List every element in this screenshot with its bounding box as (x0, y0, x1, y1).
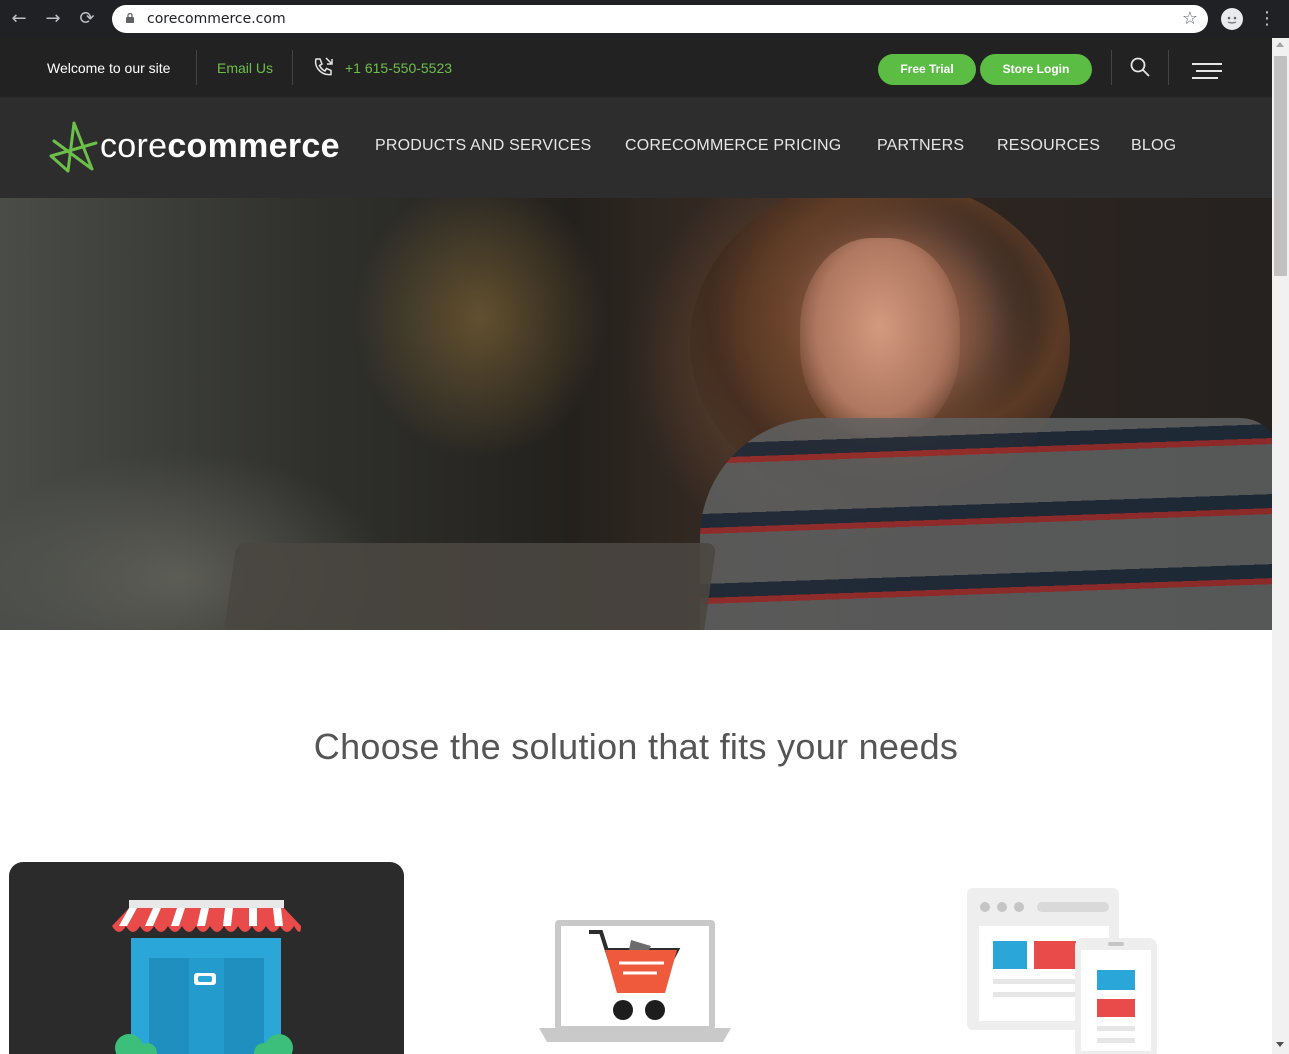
logo-text-bold: commerce (167, 127, 340, 165)
divider (292, 50, 293, 85)
phone-icon (314, 57, 333, 76)
solutions-heading: Choose the solution that fits your needs (313, 726, 959, 767)
scroll-up-arrow-icon[interactable] (1276, 42, 1284, 47)
corecommerce-logo-icon[interactable] (48, 121, 100, 175)
profile-icon[interactable] (1221, 8, 1243, 30)
main-navigation: corecommerce PRODUCTS AND SERVICES COREC… (0, 97, 1272, 198)
store-login-button[interactable]: Store Login (980, 54, 1092, 85)
hamburger-menu-icon[interactable] (1192, 62, 1222, 80)
divider (196, 50, 197, 85)
solution-card-storefront[interactable] (9, 862, 404, 1054)
welcome-text: Welcome to our site (47, 60, 171, 76)
scroll-down-arrow-icon[interactable] (1276, 1042, 1284, 1047)
shopping-cart-laptop-illustration[interactable] (539, 918, 731, 1048)
logo-text-light: core (100, 127, 168, 165)
email-us-link[interactable]: Email Us (217, 60, 273, 76)
address-bar[interactable]: corecommerce.com ☆ (112, 5, 1208, 33)
top-info-bar: Welcome to our site Email Us +1 615-550-… (0, 38, 1272, 97)
divider (1168, 50, 1169, 85)
nav-item-partners[interactable]: PARTNERS (877, 137, 964, 155)
star-icon[interactable]: ☆ (1182, 8, 1198, 29)
divider (1111, 50, 1112, 85)
scrollbar-thumb[interactable] (1274, 56, 1287, 276)
hero-laptop-shape (219, 543, 717, 630)
reload-icon[interactable]: ⟳ (76, 8, 98, 30)
page-viewport: Welcome to our site Email Us +1 615-550-… (0, 38, 1272, 1054)
storefront-illustration (112, 900, 301, 1054)
logo-wordmark[interactable]: corecommerce (100, 127, 340, 166)
arrow-right-icon[interactable]: → (42, 8, 64, 30)
nav-item-corecommerce-pricing[interactable]: CORECOMMERCE PRICING (625, 137, 841, 155)
multi-device-illustration[interactable] (967, 886, 1162, 1054)
arrow-left-icon[interactable]: ← (8, 8, 30, 30)
more-vert-icon[interactable]: ⋮ (1258, 8, 1276, 30)
hero-sweater-shape (700, 418, 1272, 630)
phone-number-link[interactable]: +1 615-550-5523 (345, 60, 452, 76)
vertical-scrollbar[interactable] (1272, 38, 1289, 1054)
free-trial-button[interactable]: Free Trial (878, 54, 976, 85)
profile-face-icon (1222, 9, 1242, 29)
hero-image (0, 198, 1272, 630)
url-text[interactable]: corecommerce.com (147, 11, 286, 27)
lock-icon (126, 13, 134, 23)
nav-item-products-and-services[interactable]: PRODUCTS AND SERVICES (375, 137, 591, 155)
search-icon[interactable] (1129, 56, 1151, 78)
nav-item-blog[interactable]: BLOG (1131, 137, 1176, 155)
browser-toolbar: ← → ⟳ corecommerce.com ☆ ⋮ (0, 0, 1289, 38)
hero-face-shape (800, 238, 960, 438)
nav-item-resources[interactable]: RESOURCES (997, 137, 1100, 155)
